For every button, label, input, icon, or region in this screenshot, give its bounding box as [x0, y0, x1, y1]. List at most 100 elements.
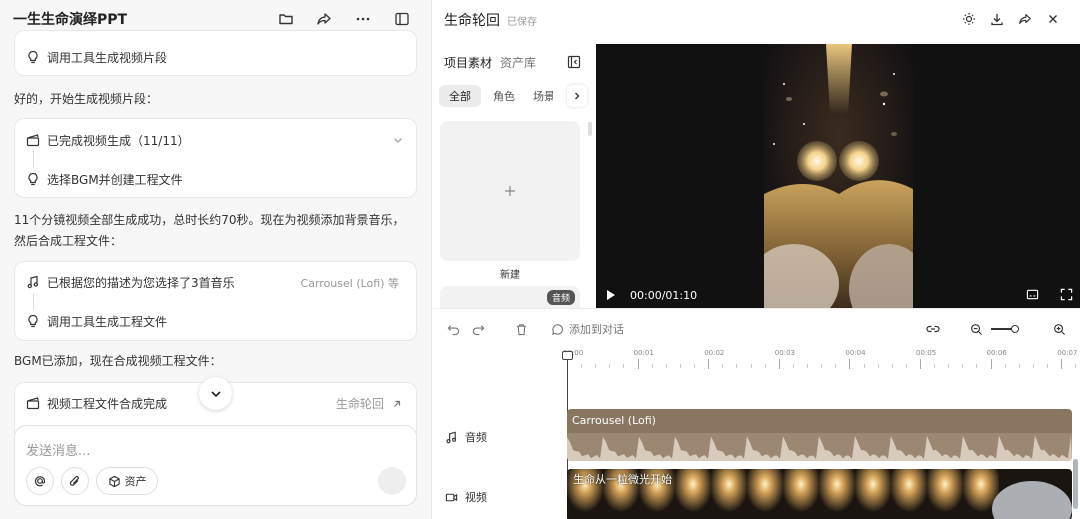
fullscreen-icon[interactable] [1060, 288, 1073, 301]
tool-step-label: 调用工具生成视频片段 [47, 50, 168, 65]
video-done-row[interactable]: 已完成视频生成（11/11） [25, 130, 190, 150]
chevron-down-icon[interactable] [392, 134, 404, 146]
ruler-tick-label: 00:02 [704, 349, 725, 357]
app-window: 一生生命演绎PPT 调用工具生成视频片段 好的，开始生成视频片段： 已完成视频生… [0, 0, 1080, 519]
assets-button[interactable]: 资产 [96, 467, 158, 495]
video-thumbnail [927, 469, 963, 519]
ruler-minor-tick [750, 364, 752, 368]
audio-asset-card[interactable]: 音频 [440, 286, 580, 308]
zoom-slider-handle[interactable] [1011, 325, 1019, 333]
zoom-out-icon[interactable] [970, 321, 983, 337]
ruler-tick [708, 359, 710, 369]
project-link-label: 生命轮回 [335, 397, 384, 411]
more-icon[interactable] [353, 9, 373, 29]
audio-clip[interactable]: Carrousel (Lofi) [567, 409, 1072, 461]
zoom-slider[interactable] [991, 321, 1021, 337]
brightness-icon[interactable] [961, 11, 977, 27]
assistant-message: 11个分镜视频全部生成成功，总时长约70秒。现在为视频添加背景音乐， [14, 213, 405, 227]
play-icon[interactable] [606, 289, 616, 301]
tab-project-materials[interactable]: 项目素材 [444, 54, 492, 71]
bulb-icon [25, 313, 41, 329]
ruler-minor-tick [976, 364, 978, 368]
clapper-icon [25, 132, 41, 148]
tab-asset-library[interactable]: 资产库 [500, 54, 536, 71]
collapse-panel-icon[interactable] [566, 54, 582, 70]
tool-project-row[interactable]: 调用工具生成工程文件 [25, 311, 167, 331]
download-icon[interactable] [989, 11, 1005, 27]
music-step-label: 已根据您的描述为您选择了3首音乐 [47, 275, 235, 290]
link-icon[interactable] [926, 321, 940, 337]
chip-scene[interactable]: 场景 [527, 85, 553, 107]
music-step-row[interactable]: 已根据您的描述为您选择了3首音乐 [25, 272, 235, 292]
ruler-tick [778, 359, 780, 369]
audio-tag: 音频 [546, 290, 575, 305]
assets-scrollbar[interactable] [588, 122, 592, 136]
message-input[interactable]: 发送消息... [26, 440, 90, 459]
sidebar-toggle-icon[interactable] [392, 9, 412, 29]
bulb-icon [25, 49, 41, 65]
chat-bubble-icon [551, 323, 564, 336]
ruler-minor-tick [962, 364, 964, 368]
video-thumbnail [675, 469, 711, 519]
video-thumbnail [747, 469, 783, 519]
step-connector [33, 293, 34, 310]
close-icon[interactable] [1045, 11, 1061, 27]
ruler-tick-label: 00:04 [845, 349, 866, 357]
ruler-tick [920, 359, 921, 369]
video-clip[interactable]: 生命从一粒微光开始 [567, 469, 1072, 519]
assistant-message: 然后合成工程文件： [14, 234, 123, 248]
ruler-minor-tick [905, 364, 907, 368]
video-thumbnail [891, 469, 927, 519]
undo-icon[interactable] [447, 321, 460, 337]
assistant-message: 好的，开始生成视频片段： [14, 92, 159, 106]
video-clip-title: 生命从一粒微光开始 [573, 473, 672, 486]
attach-button[interactable] [61, 467, 89, 495]
video-player[interactable]: 00:00/01:10 [596, 44, 1080, 308]
timeline-scrollbar[interactable] [1073, 459, 1078, 509]
timeline-ruler[interactable]: 00:00 00:01 00:02 00:03 00:04 00:05 00:06 00:07 [563, 349, 1080, 375]
subtitles-icon[interactable] [1026, 288, 1039, 301]
chip-character[interactable]: 角色 [483, 85, 525, 107]
new-asset-button[interactable] [440, 121, 580, 261]
ruler-minor-tick [877, 364, 879, 368]
mention-button[interactable] [26, 467, 54, 495]
ruler-minor-tick [792, 364, 794, 368]
project-title: 生命轮回 [444, 13, 500, 29]
delete-icon[interactable] [515, 321, 528, 337]
video-thumbnail [819, 469, 855, 519]
folder-icon[interactable] [276, 9, 296, 29]
chips-next-button[interactable] [567, 85, 587, 107]
music-card: 已根据您的描述为您选择了3首音乐 Carrousel (Lofi) 等 调用工具… [14, 261, 417, 341]
chip-all[interactable]: 全部 [439, 85, 481, 107]
ruler-minor-tick [722, 364, 724, 368]
bgm-step-label: 选择BGM并创建工程文件 [47, 172, 183, 187]
plus-icon [504, 185, 516, 197]
assistant-message: BGM已添加，现在合成视频工程文件： [14, 354, 222, 368]
redo-icon[interactable] [472, 321, 485, 337]
audio-track-name: 音频 [465, 431, 487, 444]
cube-icon [108, 475, 121, 488]
ruler-tick [637, 359, 639, 369]
share-icon[interactable] [1017, 11, 1033, 27]
player-controls: 00:00/01:10 [606, 288, 697, 302]
assets-button-label: 资产 [124, 475, 147, 488]
ruler-tick-label: 00:01 [633, 349, 654, 357]
project-done-row[interactable]: 视频工程文件合成完成 [25, 393, 167, 413]
tool-step-row[interactable]: 调用工具生成视频片段 [25, 47, 167, 67]
zoom-in-icon[interactable] [1053, 321, 1066, 337]
scroll-down-button[interactable] [199, 377, 232, 410]
add-to-chat-button[interactable]: 添加到对话 [551, 321, 624, 337]
ruler-minor-tick [623, 364, 625, 368]
ruler-tick-label: 00:05 [916, 349, 937, 357]
ruler-minor-tick [1004, 364, 1006, 368]
ruler-minor-tick [948, 364, 950, 368]
chat-title: 一生生命演绎PPT [13, 12, 128, 28]
save-status: 已保存 [507, 17, 537, 28]
share-icon[interactable] [314, 9, 334, 29]
bgm-step-row[interactable]: 选择BGM并创建工程文件 [25, 169, 183, 189]
message-composer[interactable]: 发送消息... 资产 [14, 425, 417, 506]
ruler-tick-label: 00:07 [1057, 349, 1078, 357]
playhead-handle[interactable] [562, 351, 573, 360]
send-button[interactable] [378, 467, 406, 495]
project-link[interactable]: 生命轮回 [336, 395, 402, 412]
